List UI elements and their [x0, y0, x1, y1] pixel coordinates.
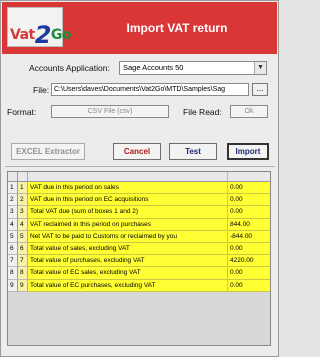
box-number-cell[interactable]: 2 [18, 194, 28, 207]
file-path-field[interactable]: C:\Users\daves\Documents\Vat2Go\MTD\Samp… [51, 83, 249, 96]
description-cell[interactable]: Total value of sales, excluding VAT [28, 243, 228, 256]
logo-text-go: Go [50, 27, 72, 43]
divider [5, 166, 275, 167]
accounts-application-value: Sage Accounts 50 [123, 63, 184, 72]
vat2go-logo: Vat2Go [7, 7, 72, 49]
window-title: Import VAT return [126, 21, 228, 35]
description-cell[interactable]: Total value of EC purchases, excluding V… [28, 279, 228, 292]
row-index-cell: 5 [8, 230, 18, 243]
logo-text-vat: Vat [10, 27, 35, 43]
description-cell[interactable]: VAT due in this period on EC acquisition… [28, 194, 228, 207]
accounts-application-label: Accounts Application: [29, 63, 110, 73]
excel-extractor-button[interactable]: EXCEL Extractor [11, 143, 85, 160]
format-field: CSV File (csv) [51, 105, 169, 118]
value-cell[interactable]: 0.00 [228, 267, 270, 280]
table-row[interactable]: 8 8 Total value of EC sales, excluding VAT… [8, 267, 270, 280]
table-row[interactable]: 5 5 Net VAT to be paid to Customs or recla… [8, 230, 270, 243]
chevron-down-icon[interactable]: ▼ [254, 62, 266, 74]
value-cell[interactable]: -844.00 [228, 230, 270, 243]
table-row[interactable]: 7 7 Total value of purchases, excluding VA… [8, 255, 270, 268]
box-number-cell[interactable]: 4 [18, 218, 28, 231]
row-index-cell: 3 [8, 206, 18, 219]
accounts-application-select[interactable]: Sage Accounts 50 ▼ [119, 61, 267, 75]
description-cell[interactable]: Total value of EC sales, excluding VAT [28, 267, 228, 280]
box-number-cell[interactable]: 3 [18, 206, 28, 219]
value-cell[interactable]: 844.00 [228, 218, 270, 231]
box-number-cell[interactable]: 7 [18, 255, 28, 268]
value-cell[interactable]: 0.00 [228, 206, 270, 219]
box-number-cell[interactable]: 6 [18, 243, 28, 256]
value-cell[interactable]: 0.00 [228, 243, 270, 256]
grid-header-row [8, 172, 270, 182]
logo-text-2: 2 [34, 21, 52, 49]
file-label: File: [33, 85, 50, 95]
box-number-cell[interactable]: 1 [18, 182, 28, 195]
test-button[interactable]: Test [169, 143, 217, 160]
row-index-cell: 1 [8, 182, 18, 195]
description-cell[interactable]: VAT due in this period on sales [28, 182, 228, 195]
row-index-cell: 6 [8, 243, 18, 256]
row-index-cell: 8 [8, 267, 18, 280]
row-index-cell: 2 [8, 194, 18, 207]
file-read-label: File Read: [183, 107, 222, 117]
format-label: Format: [7, 107, 37, 117]
import-vat-return-window: Vat2Go Import VAT return Accounts Applic… [0, 0, 279, 357]
cancel-button[interactable]: Cancel [113, 143, 161, 160]
description-cell[interactable]: Total VAT due (sum of boxes 1 and 2) [28, 206, 228, 219]
box-number-cell[interactable]: 8 [18, 267, 28, 280]
value-cell[interactable]: 4220.00 [228, 255, 270, 268]
box-number-cell[interactable]: 9 [18, 279, 28, 292]
title-bar: Vat2Go Import VAT return [2, 2, 277, 54]
import-button[interactable]: Import [227, 143, 269, 160]
value-cell[interactable]: 0.00 [228, 279, 270, 292]
browse-button[interactable]: ... [252, 83, 268, 96]
value-cell[interactable]: 0.00 [228, 194, 270, 207]
table-row[interactable]: 3 3 Total VAT due (sum of boxes 1 and 2) 0.… [8, 206, 270, 219]
table-row[interactable]: 2 2 VAT due in this period on EC acquisiti… [8, 194, 270, 207]
box-number-cell[interactable]: 5 [18, 230, 28, 243]
row-index-cell: 4 [8, 218, 18, 231]
value-cell[interactable]: 0.00 [228, 182, 270, 195]
table-row[interactable]: 6 6 Total value of sales, excluding VAT 0.0… [8, 243, 270, 256]
table-row[interactable]: 1 1 VAT due in this period on sales 0.00 [8, 182, 270, 195]
table-row[interactable]: 4 4 VAT reclaimed in this period on purcha… [8, 218, 270, 231]
row-index-cell: 9 [8, 279, 18, 292]
table-row[interactable]: 9 9 Total value of EC purchases, excluding… [8, 279, 270, 292]
description-cell[interactable]: Total value of purchases, excluding VAT [28, 255, 228, 268]
row-index-cell: 7 [8, 255, 18, 268]
description-cell[interactable]: VAT reclaimed in this period on purchase… [28, 218, 228, 231]
logo-text: Vat2Go [10, 17, 72, 49]
description-cell[interactable]: Net VAT to be paid to Customs or reclaim… [28, 230, 228, 243]
vat-return-grid[interactable]: 1 1 VAT due in this period on sales 0.00 2 2 V… [7, 171, 271, 346]
file-read-field: Ok [230, 105, 268, 118]
